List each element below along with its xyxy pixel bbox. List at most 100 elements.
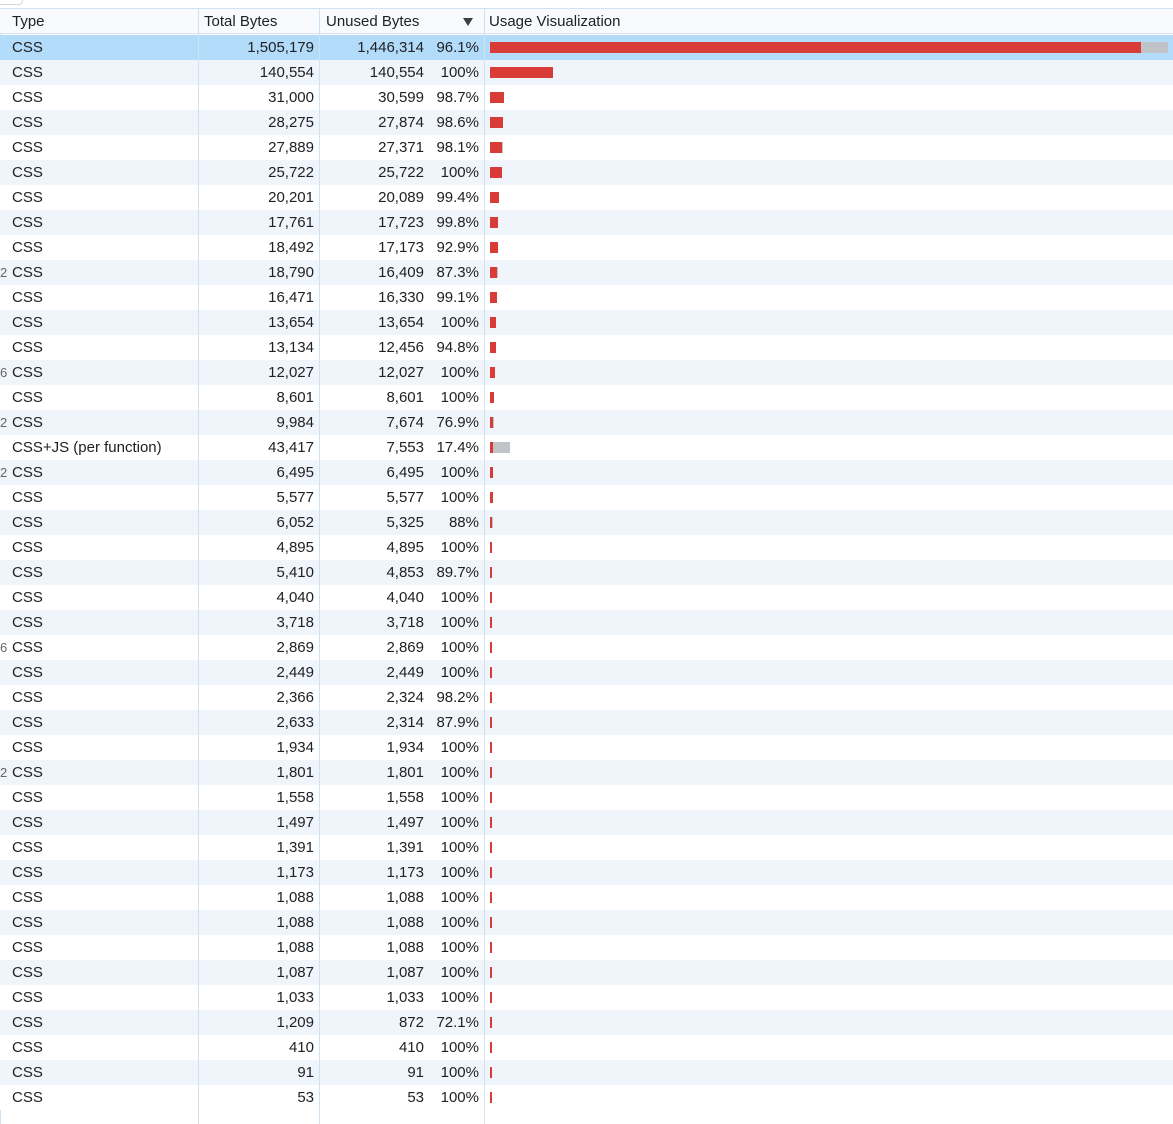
table-row[interactable]: CSS 20,201 20,089 99.4%: [0, 185, 1173, 210]
row-unused-percent: 99.4%: [436, 189, 479, 206]
table-row[interactable]: CSS 25,722 25,722 100%: [0, 160, 1173, 185]
row-total-bytes: 9,984: [276, 414, 314, 431]
row-unused-bytes: 1,934: [386, 739, 424, 756]
row-unused-percent: 100%: [440, 989, 479, 1006]
table-row[interactable]: CSS 410 410 100%: [0, 1035, 1173, 1060]
row-total-bytes: 13,134: [268, 339, 314, 356]
row-unused-bytes: 3,718: [386, 614, 424, 631]
table-row[interactable]: CSS 18,492 17,173 92.9%: [0, 235, 1173, 260]
table-row[interactable]: CSS 27,889 27,371 98.1%: [0, 135, 1173, 160]
usage-bar-unused: [490, 117, 503, 128]
table-row[interactable]: CSS 5,410 4,853 89.7%: [0, 560, 1173, 585]
row-truncated-text: [0, 385, 8, 410]
table-row[interactable]: CSS 4,895 4,895 100%: [0, 535, 1173, 560]
usage-bar-unused: [490, 1042, 492, 1053]
table-row[interactable]: CSS 4,040 4,040 100%: [0, 585, 1173, 610]
table-row[interactable]: 2 CSS 9,984 7,674 76.9%: [0, 410, 1173, 435]
table-row[interactable]: CSS 1,505,179 1,446,314 96.1%: [0, 35, 1173, 60]
table-row[interactable]: CSS 1,088 1,088 100%: [0, 885, 1173, 910]
row-unused-percent: 99.1%: [436, 289, 479, 306]
table-row[interactable]: CSS 1,497 1,497 100%: [0, 810, 1173, 835]
column-header-type[interactable]: Type: [12, 9, 196, 34]
column-header-unused-bytes[interactable]: Unused Bytes: [326, 9, 476, 34]
row-total-bytes: 1,558: [276, 789, 314, 806]
row-total-bytes: 1,505,179: [247, 39, 314, 56]
row-unused-percent: 88%: [448, 514, 479, 531]
table-row[interactable]: CSS 13,654 13,654 100%: [0, 310, 1173, 335]
row-total-bytes: 5,410: [276, 564, 314, 581]
row-unused-bytes: 27,874: [378, 114, 424, 131]
row-truncated-text: [0, 1035, 8, 1060]
usage-bar-unused: [490, 867, 492, 878]
column-header-total-bytes[interactable]: Total Bytes: [204, 9, 316, 34]
row-type: CSS: [12, 689, 43, 706]
usage-bar-unused: [490, 467, 493, 478]
table-row[interactable]: 2 CSS 1,801 1,801 100%: [0, 760, 1173, 785]
column-header-usage-visualization[interactable]: Usage Visualization: [489, 9, 1169, 34]
row-unused-percent: 98.6%: [436, 114, 479, 131]
row-type: CSS: [12, 364, 43, 381]
row-total-bytes: 53: [297, 1089, 314, 1106]
table-row[interactable]: 2 CSS 6,495 6,495 100%: [0, 460, 1173, 485]
row-unused-bytes: 6,495: [386, 464, 424, 481]
row-truncated-text: 2: [0, 415, 8, 430]
row-type: CSS: [12, 389, 43, 406]
table-row[interactable]: 6 CSS 12,027 12,027 100%: [0, 360, 1173, 385]
table-row[interactable]: CSS 2,633 2,314 87.9%: [0, 710, 1173, 735]
row-total-bytes: 2,869: [276, 639, 314, 656]
table-row[interactable]: CSS 1,173 1,173 100%: [0, 860, 1173, 885]
table-row[interactable]: CSS 1,033 1,033 100%: [0, 985, 1173, 1010]
row-unused-bytes: 1,497: [386, 814, 424, 831]
table-row[interactable]: CSS 91 91 100%: [0, 1060, 1173, 1085]
usage-bar-unused: [490, 142, 502, 153]
row-unused-percent: 100%: [440, 539, 479, 556]
table-row[interactable]: CSS 8,601 8,601 100%: [0, 385, 1173, 410]
table-row[interactable]: 6 CSS 2,869 2,869 100%: [0, 635, 1173, 660]
table-row[interactable]: CSS 13,134 12,456 94.8%: [0, 335, 1173, 360]
table-row[interactable]: CSS 53 53 100%: [0, 1085, 1173, 1110]
usage-bar-unused: [490, 967, 492, 978]
table-row[interactable]: CSS 6,052 5,325 88%: [0, 510, 1173, 535]
table-row[interactable]: CSS 2,449 2,449 100%: [0, 660, 1173, 685]
usage-bar-unused: [490, 342, 496, 353]
row-unused-percent: 100%: [440, 964, 479, 981]
table-row[interactable]: CSS 1,209 872 72.1%: [0, 1010, 1173, 1035]
row-truncated-text: [0, 910, 8, 935]
table-row[interactable]: CSS 1,088 1,088 100%: [0, 935, 1173, 960]
table-row[interactable]: 2 CSS 18,790 16,409 87.3%: [0, 260, 1173, 285]
table-row[interactable]: CSS 1,934 1,934 100%: [0, 735, 1173, 760]
row-unused-bytes: 4,040: [386, 589, 424, 606]
table-row[interactable]: CSS 3,718 3,718 100%: [0, 610, 1173, 635]
table-row[interactable]: CSS 17,761 17,723 99.8%: [0, 210, 1173, 235]
row-truncated-text: [0, 210, 8, 235]
table-row[interactable]: CSS 1,558 1,558 100%: [0, 785, 1173, 810]
row-total-bytes: 28,275: [268, 114, 314, 131]
row-type: CSS: [12, 489, 43, 506]
table-row[interactable]: CSS 1,391 1,391 100%: [0, 835, 1173, 860]
row-truncated-text: [0, 535, 8, 560]
row-type: CSS: [12, 739, 43, 756]
usage-bar-unused: [490, 1067, 492, 1078]
row-truncated-text: [0, 310, 8, 335]
table-row[interactable]: CSS 5,577 5,577 100%: [0, 485, 1173, 510]
row-truncated-text: [0, 160, 8, 185]
row-total-bytes: 6,052: [276, 514, 314, 531]
row-unused-percent: 72.1%: [436, 1014, 479, 1031]
table-row[interactable]: CSS 28,275 27,874 98.6%: [0, 110, 1173, 135]
row-unused-percent: 98.7%: [436, 89, 479, 106]
table-row[interactable]: CSS 1,088 1,088 100%: [0, 910, 1173, 935]
row-truncated-text: [0, 185, 8, 210]
row-type: CSS: [12, 1089, 43, 1106]
row-total-bytes: 27,889: [268, 139, 314, 156]
row-total-bytes: 20,201: [268, 189, 314, 206]
table-row[interactable]: CSS 2,366 2,324 98.2%: [0, 685, 1173, 710]
table-row[interactable]: CSS 16,471 16,330 99.1%: [0, 285, 1173, 310]
table-row[interactable]: CSS 1,087 1,087 100%: [0, 960, 1173, 985]
row-unused-percent: 100%: [440, 939, 479, 956]
row-type: CSS: [12, 114, 43, 131]
table-row[interactable]: CSS+JS (per function) 43,417 7,553 17.4%: [0, 435, 1173, 460]
row-unused-bytes: 1,088: [386, 914, 424, 931]
table-row[interactable]: CSS 140,554 140,554 100%: [0, 60, 1173, 85]
table-row[interactable]: CSS 31,000 30,599 98.7%: [0, 85, 1173, 110]
table-header: Type Total Bytes Unused Bytes Usage Visu…: [0, 8, 1173, 34]
